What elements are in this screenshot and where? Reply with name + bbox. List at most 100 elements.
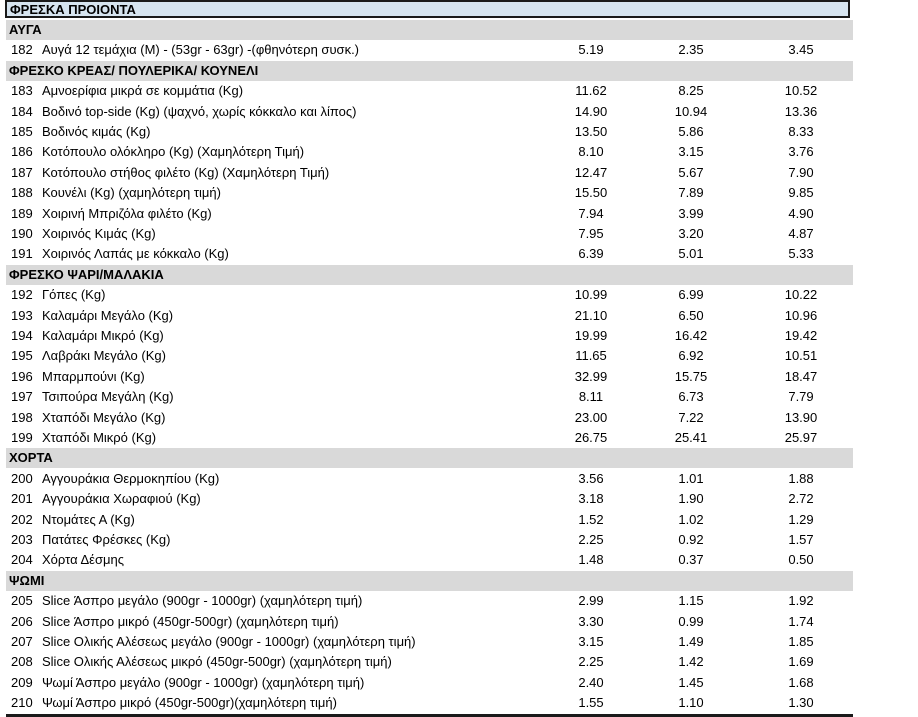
price-avg: 1.69: [788, 654, 814, 670]
product-code: 188: [11, 185, 33, 201]
product-code: 200: [11, 470, 33, 486]
table-row: 195 Λαβράκι Μεγάλο (Kg) 11.65 6.92 10.51: [6, 346, 853, 366]
product-name: Χοιρινή Μπριζόλα φιλέτο (Kg): [42, 205, 212, 221]
product-code: 192: [11, 287, 33, 303]
price-min: 10.94: [674, 103, 708, 119]
product-name: Βοδινός κιμάς (Kg): [42, 124, 151, 139]
product-code: 210: [11, 695, 33, 711]
price-max: 3.56: [578, 470, 604, 486]
product-code: 189: [11, 205, 33, 221]
product-code: 208: [11, 654, 33, 670]
price-min: 3.20: [678, 226, 704, 241]
table-row: 198 Χταπόδι Μεγάλο (Kg) 23.00 7.22 13.90: [6, 408, 853, 428]
price-min: 15.75: [674, 368, 708, 384]
price-avg: 4.90: [788, 205, 814, 221]
table-row: 193 Καλαμάρι Μεγάλο (Kg) 21.10 6.50 10.96: [6, 306, 853, 326]
price-max: 26.75: [574, 430, 608, 445]
price-max: 2.25: [578, 654, 604, 670]
table-row: 204 Χόρτα Δέσμης 1.48 0.37 0.50: [6, 550, 853, 570]
price-max: 14.90: [574, 103, 608, 119]
product-name: Slice Ολικής Αλέσεως μικρό (450gr-500gr)…: [42, 654, 392, 670]
product-name: Τσιπούρα Μεγάλη (Kg): [42, 389, 174, 405]
product-code: 195: [11, 348, 33, 364]
product-code: 199: [11, 430, 33, 445]
price-max: 15.50: [574, 185, 608, 201]
product-name: Χταπόδι Μικρό (Kg): [42, 430, 157, 445]
price-max: 7.95: [578, 226, 604, 241]
product-name: Χταπόδι Μεγάλο (Kg): [42, 409, 166, 425]
price-avg: 2.72: [788, 491, 814, 507]
price-max: 8.11: [578, 389, 604, 405]
price-max: 19.99: [574, 328, 608, 343]
product-name: Λαβράκι Μεγάλο (Kg): [42, 348, 166, 364]
price-min: 1.45: [678, 674, 704, 690]
product-name: Ψωμί Άσπρο μικρό (450gr-500gr)(χαμηλότερ…: [42, 695, 337, 711]
price-avg: 10.96: [784, 307, 818, 323]
price-max: 1.48: [578, 552, 604, 568]
price-max: 21.10: [574, 307, 608, 323]
price-min: 1.15: [678, 593, 704, 609]
price-min: 1.02: [678, 511, 704, 527]
price-avg: 1.68: [788, 674, 814, 690]
product-name: Ψωμί Άσπρο μεγάλο (900gr - 1000gr) (χαμη…: [42, 674, 365, 690]
price-avg: 25.97: [784, 430, 818, 445]
section-header: ΦΡΕΣΚΟ ΚΡΕΑΣ/ ΠΟΥΛΕΡΙΚΑ/ ΚΟΥΝΕΛΙ: [6, 60, 853, 81]
product-name: Μπαρμπούνι (Kg): [42, 368, 145, 384]
price-max: 1.55: [578, 695, 604, 711]
price-avg: 8.33: [788, 124, 814, 139]
product-name: Κοτόπουλο στήθος φιλέτο (Kg) (Χαμηλότερη…: [42, 164, 330, 180]
product-name: Καλαμάρι Μεγάλο (Kg): [42, 307, 174, 323]
price-max: 2.99: [578, 593, 604, 609]
price-avg: 1.88: [788, 470, 814, 486]
price-min: 0.99: [678, 613, 704, 629]
price-min: 6.99: [678, 287, 704, 303]
price-min: 5.01: [678, 246, 704, 262]
price-avg: 9.85: [788, 185, 814, 201]
price-avg: 7.79: [788, 389, 814, 405]
table-row: 210 Ψωμί Άσπρο μικρό (450gr-500gr)(χαμηλό…: [6, 693, 853, 713]
price-avg: 18.47: [784, 368, 818, 384]
price-avg: 3.76: [788, 144, 814, 160]
table-row: 200 Αγγουράκια Θερμοκηπίου (Kg) 3.56 1.01 1.…: [6, 469, 853, 489]
table-row: 187 Κοτόπουλο στήθος φιλέτο (Kg) (Χαμηλότ…: [6, 163, 853, 183]
price-max: 3.18: [578, 491, 604, 507]
section-header: ΑΥΓΑ: [6, 20, 853, 40]
product-code: 183: [11, 83, 33, 99]
price-min: 0.92: [678, 532, 704, 547]
product-code: 205: [11, 593, 33, 609]
table-row: 207 Slice Ολικής Αλέσεως μεγάλο (900gr - …: [6, 632, 853, 652]
price-max: 23.00: [574, 409, 608, 425]
product-code: 193: [11, 307, 33, 323]
product-name: Καλαμάρι Μικρό (Kg): [42, 328, 164, 343]
section-header: ΨΩΜΙ: [6, 570, 853, 591]
price-avg: 19.42: [784, 328, 818, 343]
table-row: 186 Κοτόπουλο ολόκληρο (Kg) (Χαμηλότερη Τ…: [6, 142, 853, 162]
table-row: 188 Κουνέλι (Kg) (χαμηλότερη τιμή) 15.50 7.…: [6, 183, 853, 203]
table-row: 199 Χταπόδι Μικρό (Kg) 26.75 25.41 25.97: [6, 428, 853, 448]
price-min: 1.01: [678, 470, 704, 486]
product-name: Ντομάτες Α (Kg): [42, 511, 135, 527]
price-avg: 1.85: [788, 634, 814, 649]
price-min: 1.42: [678, 654, 704, 670]
price-min: 6.50: [678, 307, 704, 323]
table-row: 206 Slice Άσπρο μικρό (450gr-500gr) (χαμη…: [6, 612, 853, 632]
price-min: 3.99: [678, 205, 704, 221]
product-code: 190: [11, 226, 33, 241]
product-code: 202: [11, 511, 33, 527]
price-max: 1.52: [578, 511, 604, 527]
table-row: 192 Γόπες (Kg) 10.99 6.99 10.22: [6, 285, 853, 305]
price-max: 5.19: [578, 42, 604, 58]
table-row: 183 Αμνοερίφια μικρά σε κομμάτια (Kg) 11.6…: [6, 81, 853, 101]
price-avg: 10.52: [784, 83, 818, 99]
table-row: 190 Χοιρινός Κιμάς (Kg) 7.95 3.20 4.87: [6, 224, 853, 244]
product-code: 207: [11, 634, 33, 649]
price-min: 6.92: [678, 348, 704, 364]
price-min: 2.35: [678, 42, 704, 58]
product-code: 191: [11, 246, 33, 262]
product-code: 186: [11, 144, 33, 160]
price-avg: 3.45: [788, 42, 814, 58]
product-code: 206: [11, 613, 33, 629]
product-code: 204: [11, 552, 33, 568]
price-max: 8.10: [578, 144, 604, 160]
product-name: Slice Άσπρο μεγάλο (900gr - 1000gr) (χαμ…: [42, 593, 363, 609]
